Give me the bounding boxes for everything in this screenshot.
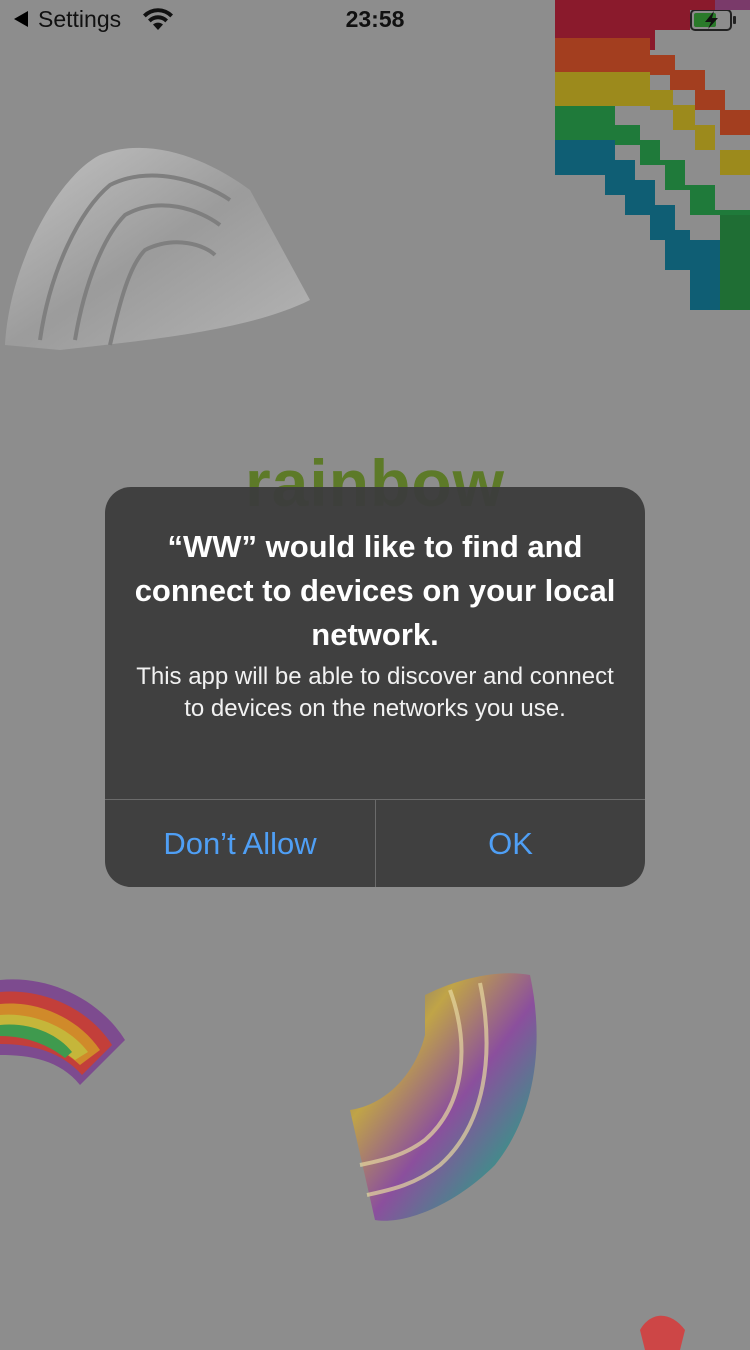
rainbow-arc-graphic — [0, 979, 125, 1085]
pixel-rainbow-graphic — [555, 0, 750, 310]
holographic-arc-graphic — [350, 973, 537, 1221]
silver-arc-graphic — [5, 147, 310, 350]
ok-button[interactable]: OK — [376, 800, 645, 887]
alert-title: “WW” would like to find and connect to d… — [134, 529, 616, 652]
alert-message: This app will be able to discover and co… — [136, 663, 614, 722]
red-shape-graphic — [640, 1315, 685, 1350]
dont-allow-button[interactable]: Don’t Allow — [105, 800, 375, 887]
local-network-permission-alert: “WW” would like to find and connect to d… — [105, 487, 645, 887]
